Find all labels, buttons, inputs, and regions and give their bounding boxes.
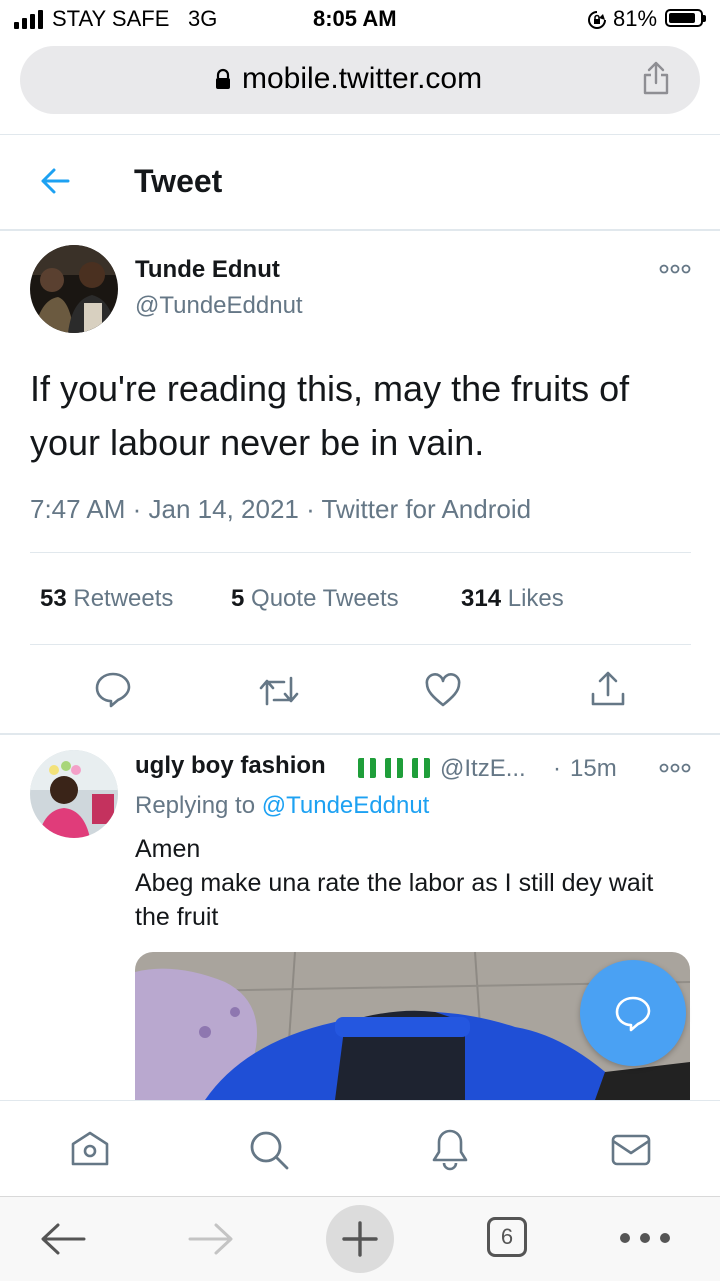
battery-percent: 81% <box>613 6 658 31</box>
reply-author-avatar[interactable] <box>30 750 118 838</box>
replying-to-handle[interactable]: @TundeEddnut <box>262 792 430 819</box>
browser-share-icon[interactable] <box>640 60 672 96</box>
reply-text-line: Amen <box>135 835 201 863</box>
page-title: Tweet <box>134 163 223 199</box>
compose-reply-button[interactable] <box>580 960 686 1066</box>
replying-to-label: Replying to <box>135 792 256 819</box>
app-tab-bar <box>0 1100 720 1197</box>
page-header: Tweet <box>0 134 720 231</box>
reply-author-name[interactable]: ugly boy fashion <box>135 752 326 779</box>
status-time: 8:05 AM <box>313 6 397 31</box>
retweets-stat[interactable]: 53 Retweets <box>40 585 173 613</box>
browser-forward-icon[interactable] <box>186 1221 236 1257</box>
signal-strength-icon <box>14 10 43 29</box>
back-arrow-icon[interactable] <box>38 165 72 197</box>
browser-back-icon[interactable] <box>38 1221 88 1257</box>
author-handle[interactable]: @TundeEddnut <box>135 292 303 320</box>
divider <box>30 552 691 553</box>
battery-icon <box>665 9 706 27</box>
new-tab-button[interactable] <box>326 1205 394 1273</box>
reply-text: Amen Abeg make una rate the labor as I s… <box>135 832 685 934</box>
nigeria-flag-emojis <box>358 758 430 778</box>
replying-to: Replying to @TundeEddnut <box>135 792 429 820</box>
author-name[interactable]: Tunde Ednut <box>135 256 280 284</box>
reply-author-handle[interactable]: @ItzE... <box>440 755 526 783</box>
home-icon[interactable] <box>69 1129 111 1169</box>
network-type: 3G <box>188 6 218 31</box>
share-icon[interactable] <box>590 670 626 708</box>
likes-stat[interactable]: 314 Likes <box>461 585 564 613</box>
compose-reply-icon <box>615 996 651 1032</box>
heart-icon[interactable] <box>424 672 462 708</box>
retweet-icon[interactable] <box>258 674 300 708</box>
tweet-source[interactable]: Twitter for Android <box>322 494 532 524</box>
tweet-date: Jan 14, 2021 <box>148 494 299 524</box>
author-avatar[interactable] <box>30 245 118 333</box>
quote-tweets-stat[interactable]: 5 Quote Tweets <box>231 585 399 613</box>
address-bar[interactable]: mobile.twitter.com <box>20 46 700 114</box>
divider <box>0 733 720 735</box>
reply-header: ugly boy fashion <box>135 752 326 780</box>
url-text: mobile.twitter.com <box>242 62 483 95</box>
mail-icon[interactable] <box>610 1133 652 1167</box>
orientation-lock-icon <box>588 11 606 29</box>
lock-icon <box>216 68 230 89</box>
plus-icon <box>342 1221 378 1257</box>
more-options-icon[interactable] <box>659 262 691 276</box>
carrier-label: STAY SAFE <box>52 6 170 31</box>
browser-toolbar: 6 <box>0 1196 720 1281</box>
browser-menu-icon[interactable] <box>618 1231 672 1245</box>
tweet-meta: 7:47 AM · Jan 14, 2021 · Twitter for And… <box>30 494 532 524</box>
tabs-count-button[interactable]: 6 <box>487 1217 527 1257</box>
bell-icon[interactable] <box>430 1127 470 1171</box>
status-bar: STAY SAFE 3G 8:05 AM 81% <box>0 0 720 40</box>
reply-text-line: Abeg make una rate the labor as I still … <box>135 869 654 931</box>
reply-more-options-icon[interactable] <box>659 761 691 775</box>
divider <box>30 644 691 645</box>
tweet-text: If you're reading this, may the fruits o… <box>30 368 630 463</box>
reply-icon[interactable] <box>94 670 132 708</box>
search-icon[interactable] <box>248 1129 290 1171</box>
reply-age: 15m <box>570 755 617 782</box>
tweet-time: 7:47 AM <box>30 494 126 524</box>
